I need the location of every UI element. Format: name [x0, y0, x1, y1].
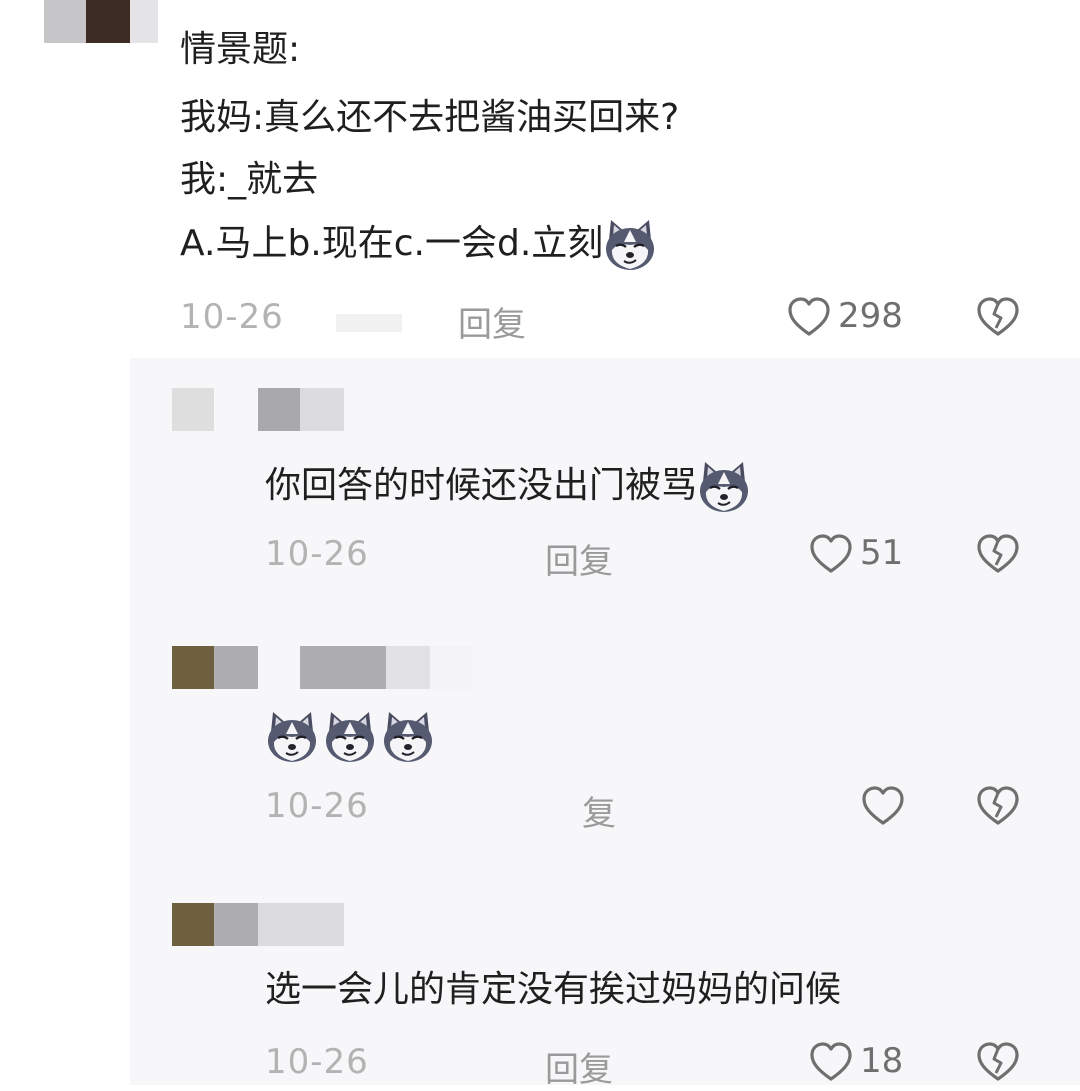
husky-dog-emoji: [605, 218, 656, 272]
comment-date: 10-26: [265, 786, 369, 826]
reply-emoji-row: [265, 710, 435, 766]
like-count: 51: [860, 533, 904, 573]
reply-text: 选一会儿的肯定没有挨过妈妈的问候: [265, 969, 842, 1010]
comment-text-line: A.马上b.现在c.一会d.立刻: [180, 218, 657, 272]
like-count: 298: [838, 296, 903, 336]
husky-dog-emoji: [266, 710, 318, 764]
reply-button[interactable]: 复: [582, 786, 616, 835]
reply-button[interactable]: 回复: [545, 534, 613, 583]
comment-text-line: 我妈:真么还不去把酱油买回来?: [180, 97, 680, 138]
heart-outline-icon[interactable]: [786, 294, 832, 340]
comment-date: 10-26: [180, 297, 284, 337]
heart-outline-icon[interactable]: [808, 1039, 854, 1085]
comment-text-line: 我:_就去: [180, 159, 319, 200]
heart-outline-icon[interactable]: [860, 783, 906, 829]
comment-text: A.马上b.现在c.一会d.立刻: [180, 223, 604, 264]
reply-text-line: 你回答的时候还没出门被骂: [265, 460, 751, 514]
reply-button[interactable]: 回复: [545, 1042, 613, 1091]
reply-button[interactable]: 回复: [458, 297, 526, 346]
broken-heart-icon[interactable]: [975, 1039, 1021, 1085]
husky-dog-emoji: [382, 710, 434, 764]
heart-outline-icon[interactable]: [808, 531, 854, 577]
husky-dog-emoji: [698, 460, 750, 514]
like-count: 18: [860, 1041, 904, 1081]
husky-dog-emoji: [324, 710, 376, 764]
reply-text: 你回答的时候还没出门被骂: [265, 465, 698, 506]
blurred-location: [336, 314, 402, 332]
broken-heart-icon[interactable]: [975, 783, 1021, 829]
comment-text-line: 情景题:: [180, 29, 301, 70]
broken-heart-icon[interactable]: [975, 294, 1021, 340]
comment-date: 10-26: [265, 1042, 369, 1082]
comment-date: 10-26: [265, 534, 369, 574]
broken-heart-icon[interactable]: [975, 531, 1021, 577]
